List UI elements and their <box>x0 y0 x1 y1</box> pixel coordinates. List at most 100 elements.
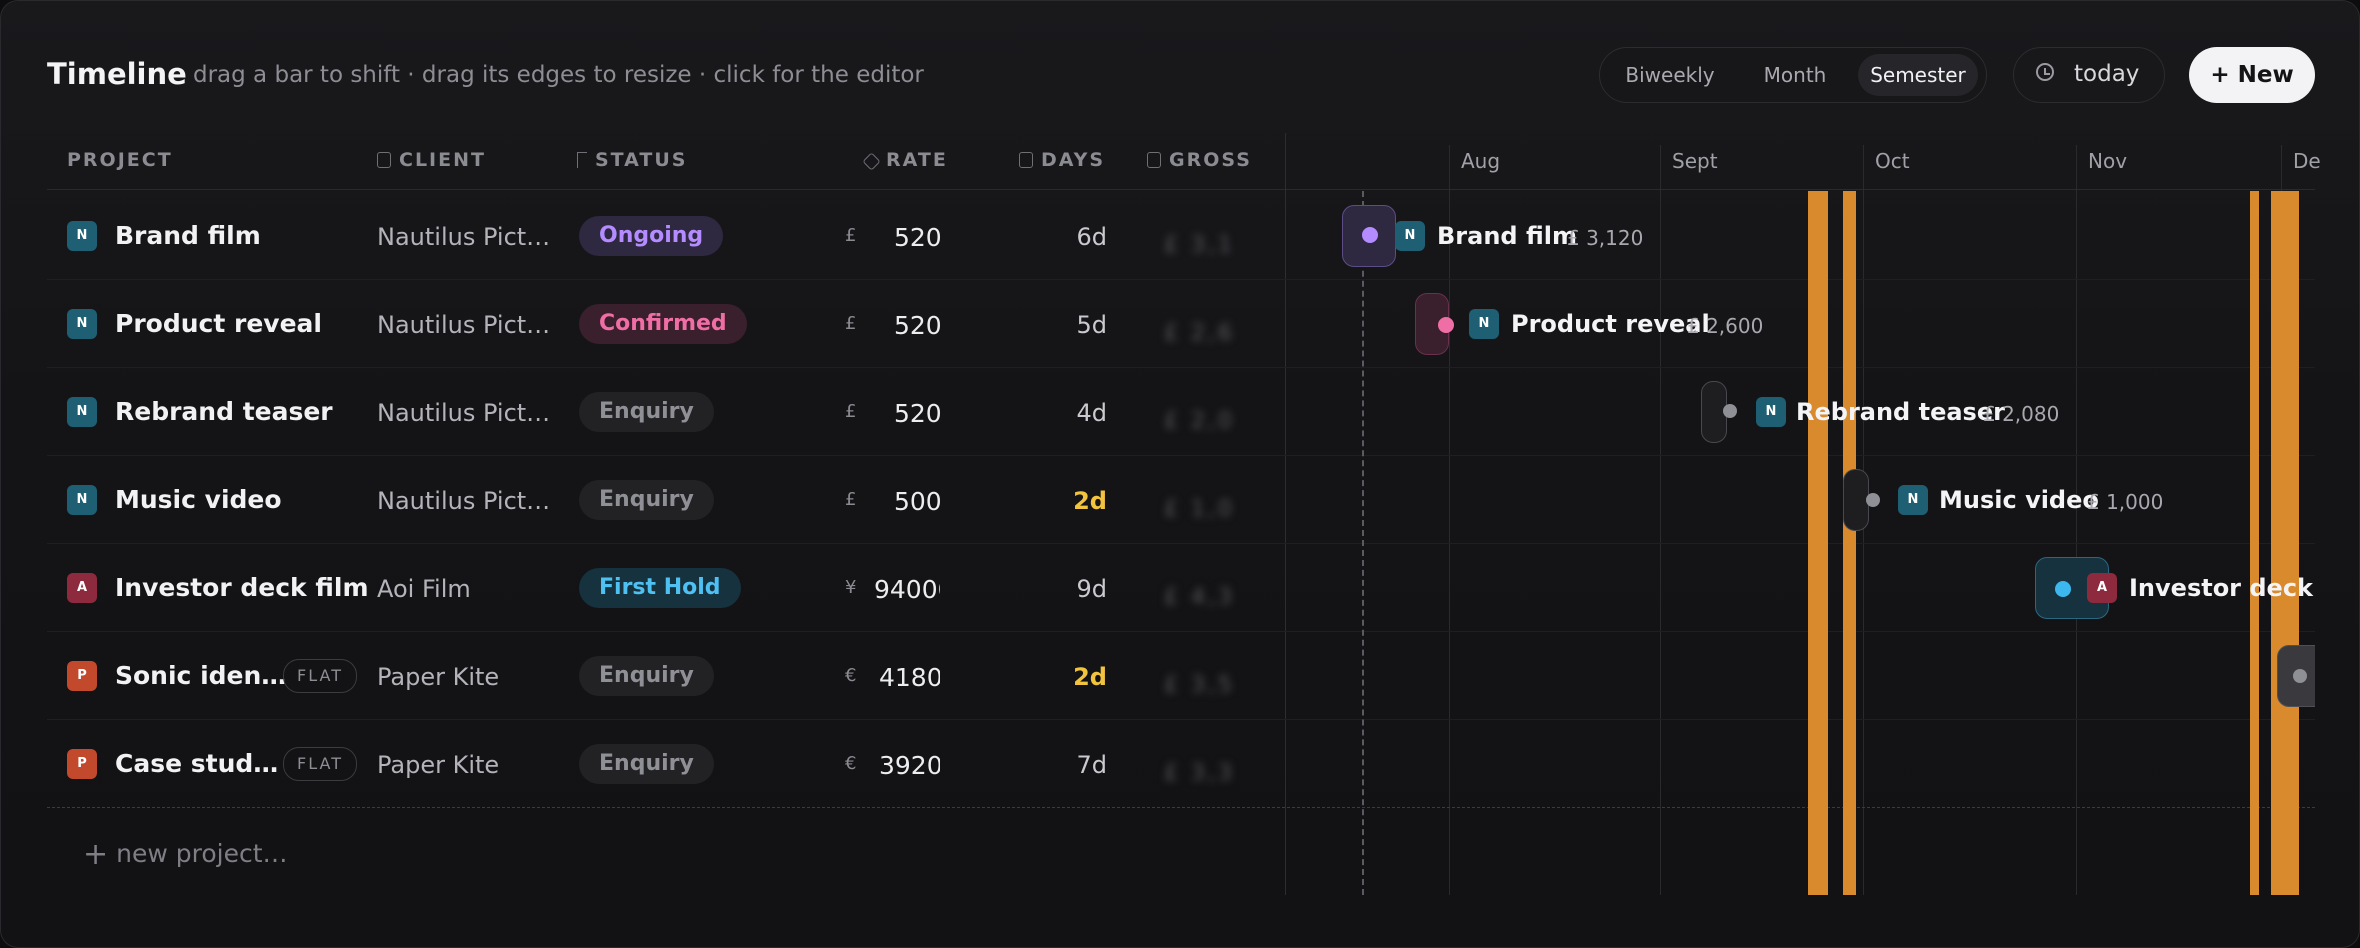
days-value: 5d <box>1076 311 1107 339</box>
client-name: Paper Kite <box>377 663 500 691</box>
tag-icon <box>862 152 881 171</box>
currency-symbol: £ <box>845 313 857 334</box>
row-divider <box>47 455 2315 456</box>
new-project-label: new project… <box>116 839 288 868</box>
view-month-button[interactable]: Month <box>1740 54 1850 96</box>
timeline-bar-label[interactable]: Rebrand teaser <box>1796 398 2005 426</box>
status-badge[interactable]: Ongoing <box>579 216 724 256</box>
column-project-label: PROJECT <box>67 149 173 171</box>
client-avatar: A <box>67 573 97 603</box>
rate-input[interactable]: 500 <box>894 487 940 516</box>
rate-input[interactable]: 4180 <box>879 663 940 692</box>
client-name: Nautilus Pict… <box>377 223 551 251</box>
calendar-icon <box>1019 152 1033 168</box>
rate-input[interactable]: 3920 <box>879 751 940 780</box>
rate-input[interactable]: 520 <box>894 399 940 428</box>
status-badge[interactable]: Enquiry <box>579 656 714 696</box>
column-header-gross[interactable]: GROSS <box>1147 149 1252 171</box>
status-badge[interactable]: Enquiry <box>579 480 714 520</box>
timeline-client-avatar: N <box>1395 221 1425 251</box>
row-divider <box>47 631 2315 632</box>
holiday-stripe <box>1843 191 1856 895</box>
client-avatar: N <box>67 397 97 427</box>
project-name[interactable]: Product reveal <box>115 309 322 338</box>
month-gridline <box>1660 145 1661 895</box>
client-avatar: N <box>67 309 97 339</box>
project-name[interactable]: Case stud… <box>115 749 278 778</box>
column-header-client[interactable]: CLIENT <box>377 149 486 171</box>
gross-value: £ 2,0 <box>1164 409 1235 434</box>
client-avatar: P <box>67 661 97 691</box>
column-header-days[interactable]: DAYS <box>1019 149 1105 171</box>
today-label: today <box>2074 61 2140 87</box>
view-biweekly-button[interactable]: Biweekly <box>1610 54 1730 96</box>
gross-value: £ 1,0 <box>1164 497 1235 522</box>
plus-icon: + <box>83 837 109 872</box>
gross-value: £ 3,1 <box>1164 233 1235 258</box>
client-avatar: N <box>67 485 97 515</box>
rate-input[interactable]: 520 <box>894 311 940 340</box>
column-rate-label: RATE <box>886 149 948 171</box>
client-avatar: P <box>67 749 97 779</box>
month-label: Sept <box>1672 149 1718 173</box>
days-value: 9d <box>1076 575 1107 603</box>
days-value: 7d <box>1076 751 1107 779</box>
status-badge[interactable]: First Hold <box>579 568 741 608</box>
column-gross-label: GROSS <box>1169 149 1252 171</box>
column-client-label: CLIENT <box>399 149 486 171</box>
table-timeline-divider <box>1285 133 1286 895</box>
project-name[interactable]: Brand film <box>115 221 261 250</box>
month-label: Oct <box>1875 149 1910 173</box>
column-header-status[interactable]: STATUS <box>577 149 687 171</box>
currency-symbol: £ <box>845 489 857 510</box>
contact-icon <box>377 152 391 168</box>
view-semester-button[interactable]: Semester <box>1858 54 1978 96</box>
client-name: Nautilus Pict… <box>377 487 551 515</box>
timeline-panel: Timeline drag a bar to shift · drag its … <box>0 0 2360 948</box>
currency-symbol: ¥ <box>845 577 857 598</box>
timeline-client-avatar: A <box>2087 573 2117 603</box>
timeline-bar-label[interactable]: Product reveal <box>1511 310 1710 338</box>
new-project-button[interactable]: + new project… <box>83 837 288 872</box>
today-button[interactable]: today <box>2013 47 2165 103</box>
holiday-stripe <box>2271 191 2299 895</box>
status-badge[interactable]: Confirmed <box>579 304 747 344</box>
history-icon <box>2036 63 2054 81</box>
currency-symbol: € <box>845 753 857 774</box>
timeline-bar-amount: £ 2,600 <box>1687 314 1764 338</box>
project-name[interactable]: Rebrand teaser <box>115 397 333 426</box>
new-row-divider <box>47 807 2315 808</box>
page-hint: drag a bar to shift · drag its edges to … <box>193 62 924 88</box>
status-dot <box>1866 493 1880 507</box>
project-name[interactable]: Investor deck film <box>115 573 369 602</box>
column-days-label: DAYS <box>1041 149 1106 171</box>
project-name[interactable]: Sonic iden… <box>115 661 286 690</box>
currency-symbol: £ <box>845 225 857 246</box>
status-badge[interactable]: Enquiry <box>579 744 714 784</box>
status-dot <box>2293 669 2307 683</box>
coins-icon <box>1147 152 1161 168</box>
month-gridline <box>2076 145 2077 895</box>
status-badge[interactable]: Enquiry <box>579 392 714 432</box>
month-label: Aug <box>1461 149 1501 173</box>
column-header-project[interactable]: PROJECT <box>67 149 173 171</box>
timeline-bar-label[interactable]: Investor deck film <box>2129 574 2315 602</box>
new-button[interactable]: + New <box>2189 47 2315 103</box>
gross-value: £ 4,3 <box>1164 585 1235 610</box>
timeline-bar-label[interactable]: Brand film <box>1437 222 1577 250</box>
column-header-rate[interactable]: RATE <box>862 149 948 171</box>
row-divider <box>47 543 2315 544</box>
status-dot <box>1438 317 1454 333</box>
client-name: Aoi Film <box>377 575 471 603</box>
holiday-stripe <box>2250 191 2259 895</box>
gross-value: £ 3,3 <box>1164 761 1235 786</box>
timeline-bar-amount: £ 1,000 <box>2087 490 2164 514</box>
flag-icon <box>577 152 587 168</box>
timeline-bar-label[interactable]: Music video <box>1939 486 2099 514</box>
rate-input[interactable]: 520 <box>894 223 940 252</box>
project-name[interactable]: Music video <box>115 485 282 514</box>
days-value: 2d <box>1073 487 1107 515</box>
days-value: 6d <box>1076 223 1107 251</box>
rate-input[interactable]: 94000 <box>874 575 940 604</box>
gross-value: £ 3,5 <box>1164 673 1235 698</box>
